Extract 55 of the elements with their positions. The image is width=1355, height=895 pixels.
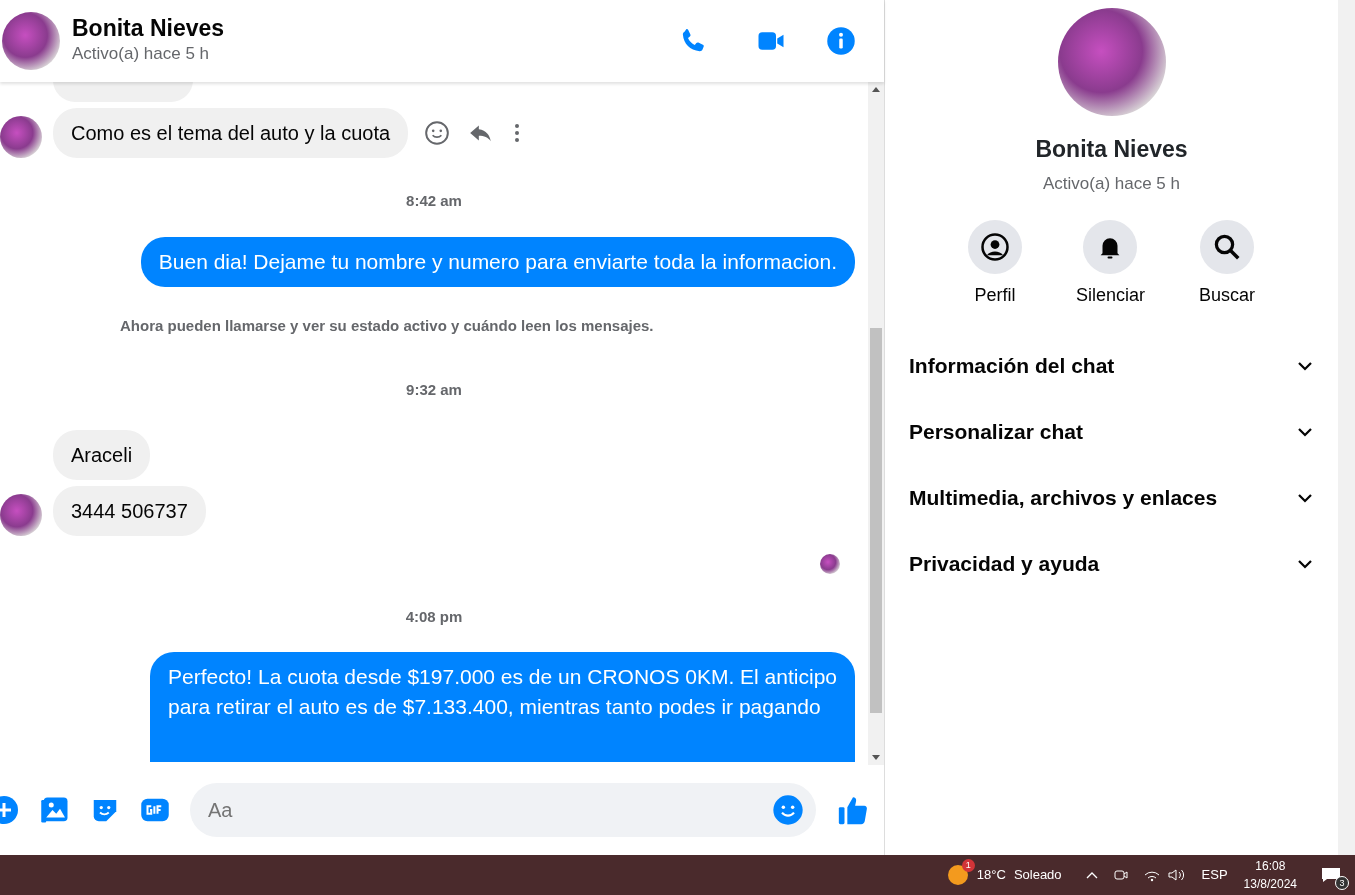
weather-condition: Soleado	[1013, 866, 1062, 885]
section-toggle[interactable]: Personalizar chat	[885, 399, 1338, 465]
avatar[interactable]	[0, 116, 42, 158]
language-indicator[interactable]: ESP	[1201, 865, 1228, 885]
message-bubble: Araceli	[53, 429, 151, 480]
profile-button[interactable]	[967, 220, 1022, 274]
notification-icon[interactable]	[1321, 866, 1341, 883]
action-label: Perfil	[974, 284, 1016, 307]
sun-icon[interactable]	[946, 864, 969, 886]
section-toggle[interactable]: Información del chat	[885, 333, 1338, 399]
scrollbar[interactable]	[868, 82, 884, 765]
action-label: Silenciar	[1075, 284, 1145, 307]
scrollbar[interactable]	[1338, 0, 1355, 855]
message-bubble: Como es el tema del auto y la cuota	[53, 108, 409, 158]
scroll-up-icon[interactable]	[872, 86, 880, 92]
contact-name: Bonita Nieves	[72, 15, 226, 41]
timestamp: 4:08 pm	[404, 606, 464, 627]
contact-name: Bonita Nieves	[1035, 135, 1188, 164]
read-receipt-avatar	[820, 553, 840, 574]
search-icon	[1212, 232, 1242, 262]
image-icon[interactable]	[40, 795, 70, 825]
mute-button[interactable]	[1083, 220, 1138, 274]
timestamp: 8:42 am	[405, 191, 463, 211]
avatar[interactable]	[0, 493, 42, 536]
temperature: 18°C	[976, 866, 1006, 885]
notification-badge: 1	[961, 859, 975, 872]
message-bubble: 3444 506737	[53, 485, 206, 536]
search-button[interactable]	[1200, 220, 1254, 274]
clock-date[interactable]: 13/8/2024	[1243, 875, 1297, 893]
camera-icon[interactable]	[1113, 868, 1128, 882]
plus-icon[interactable]	[0, 794, 20, 826]
section-title: Información del chat	[909, 353, 1115, 380]
message-bubble: Buen dia! Dejame tu nombre y numero para enviarte toda la informacion.	[140, 236, 855, 287]
section-title: Multimedia, archivos y enlaces	[909, 485, 1218, 512]
avatar[interactable]	[2, 12, 60, 70]
message-bubble: Perfecto! La cuota desde $197.000 es de un CRONOS 0KM. El anticipo para retirar el auto es de $7.133.400, mientras tanto podes ir pagando	[150, 652, 855, 762]
info-icon[interactable]	[826, 26, 856, 56]
emoji-icon[interactable]	[424, 120, 451, 146]
notification-count: 3	[1335, 876, 1349, 890]
speaker-icon[interactable]	[1167, 868, 1186, 882]
section-title: Personalizar chat	[909, 419, 1083, 446]
active-status: Activo(a) hace 5 h	[72, 42, 210, 65]
message-input[interactable]: Aa	[190, 783, 816, 837]
action-label: Buscar	[1199, 284, 1256, 307]
clock-time[interactable]: 16:08	[1255, 857, 1286, 875]
timestamp: 9:32 am	[405, 380, 463, 400]
scroll-down-icon[interactable]	[872, 755, 880, 761]
section-toggle[interactable]: Privacidad y ayuda	[885, 531, 1338, 597]
emoji-icon[interactable]	[772, 794, 804, 826]
person-icon	[979, 232, 1010, 262]
chat-notice: Ahora pueden llamarse y ver su estado activo y cuándo leen los mensajes.	[120, 315, 655, 336]
chevron-up-icon[interactable]	[1085, 870, 1098, 880]
section-title: Privacidad y ayuda	[909, 551, 1100, 578]
active-status: Activo(a) hace 5 h	[1043, 172, 1180, 195]
section-toggle[interactable]: Multimedia, archivos y enlaces	[885, 465, 1338, 531]
